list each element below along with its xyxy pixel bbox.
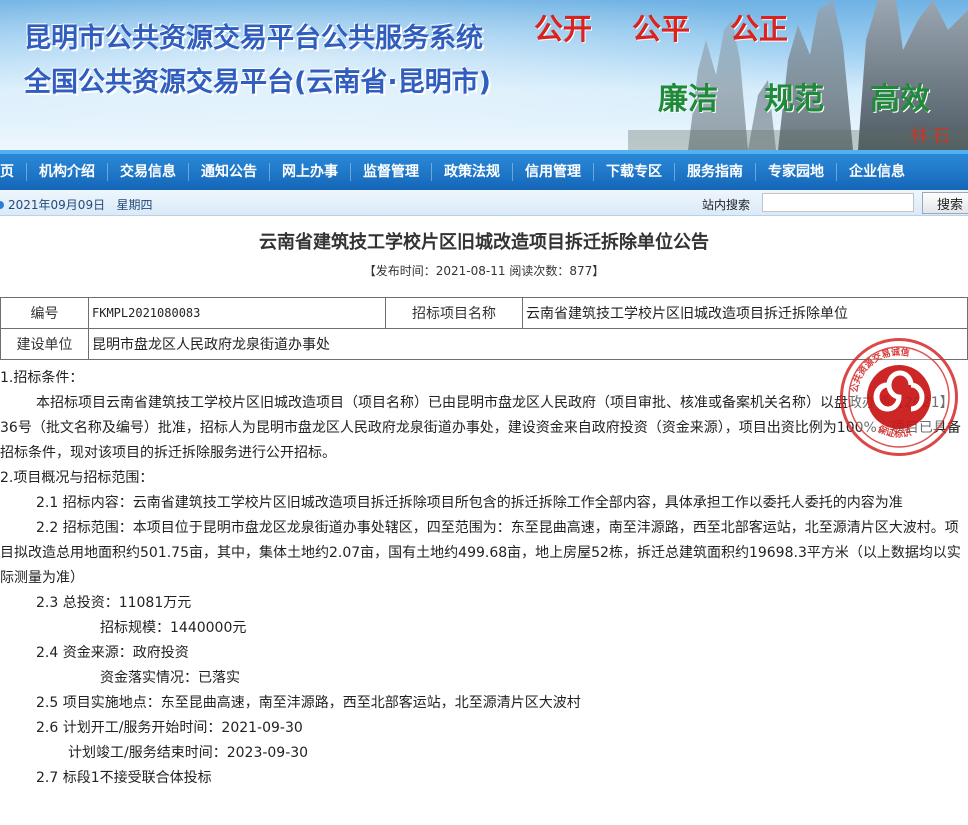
project-info-table: 编号 FKMPL2021080083 招标项目名称 云南省建筑技工学校片区旧城改… [0,297,968,360]
banner-signature: 林石 [910,126,954,147]
banner-title-line2: 全国公共资源交易平台(云南省·昆明市) [24,67,491,98]
article-meta: 【发布时间：2021-08-11 阅读次数：877】 [363,264,605,278]
main-nav: 首页 机构介绍 交易信息 通知公告 网上办事 监督管理 政策法规 信用管理 下载… [0,150,968,190]
value-number: FKMPL2021080083 [88,297,386,329]
paragraph: 2.3 总投资：11081万元 [36,595,192,611]
bullet-icon [0,201,4,209]
section-title: 1.招标条件： [0,370,84,386]
date-search-bar: 2021年09月09日 星期四 站内搜索 搜索 [0,190,968,216]
nav-item-about[interactable]: 机构介绍 [27,154,107,190]
label-construction-unit: 建设单位 [0,328,89,360]
table-row: 编号 FKMPL2021080083 招标项目名称 云南省建筑技工学校片区旧城改… [0,297,968,329]
paragraph: 资金落实情况：已落实 [100,670,240,686]
slogan-efficient: 高效 [870,82,930,117]
search-input[interactable] [762,193,914,212]
article-title: 云南省建筑技工学校片区旧城改造项目拆迁拆除单位公告 [259,232,709,253]
paragraph: 本招标项目云南省建筑技工学校片区旧城改造项目（项目名称）已由昆明市盘龙区人民政府… [0,395,961,461]
paragraph: 2.1 招标内容：云南省建筑技工学校片区旧城改造项目拆迁拆除项目所包含的拆迁拆除… [36,495,903,511]
search-label: 站内搜索 [702,198,751,212]
banner-title-line1: 昆明市公共资源交易平台公共服务系统 [24,23,483,54]
current-date: 2021年09月09日 星期四 [0,196,153,213]
credit-seal-stamp: 公共资源交易诚信 保证标识 [840,338,958,456]
nav-item-experts[interactable]: 专家园地 [756,154,836,190]
slogan-just: 公正 [730,12,789,46]
table-row: 建设单位 昆明市盘龙区人民政府龙泉街道办事处 [0,328,968,360]
paragraph: 2.2 招标范围：本项目位于昆明市盘龙区龙泉街道办事处辖区，四至范围为：东至昆曲… [0,520,961,586]
nav-item-guide[interactable]: 服务指南 [675,154,755,190]
value-construction-unit: 昆明市盘龙区人民政府龙泉街道办事处 [88,328,968,360]
nav-item-notices[interactable]: 通知公告 [189,154,269,190]
slogan-fair: 公平 [632,12,691,46]
paragraph: 2.5 项目实施地点：东至昆曲高速，南至沣源路，西至北部客运站，北至源清片区大波… [36,695,581,711]
nav-item-trade-info[interactable]: 交易信息 [108,154,188,190]
nav-item-supervision[interactable]: 监督管理 [351,154,431,190]
label-project-name: 招标项目名称 [385,297,523,329]
slogan-open: 公开 [534,12,593,46]
weekday-text: 星期四 [116,198,153,212]
nav-item-online-service[interactable]: 网上办事 [270,154,350,190]
paragraph: 2.6 计划开工/服务开始时间：2021-09-30 [36,720,303,736]
nav-item-policy[interactable]: 政策法规 [432,154,512,190]
value-project-name: 云南省建筑技工学校片区旧城改造项目拆迁拆除单位 [522,297,968,329]
nav-item-credit[interactable]: 信用管理 [513,154,593,190]
seal-icon: 公共资源交易诚信 保证标识 [848,346,950,448]
label-number: 编号 [0,297,89,329]
paragraph: 2.7 标段1不接受联合体投标 [36,770,212,786]
slogan-clean: 廉洁 [658,82,718,117]
nav-item-home[interactable]: 首页 [0,154,26,190]
search-button[interactable]: 搜索 [922,192,968,214]
nav-item-downloads[interactable]: 下载专区 [594,154,674,190]
paragraph: 2.4 资金来源：政府投资 [36,645,189,661]
paragraph: 计划竣工/服务结束时间：2023-09-30 [68,745,309,761]
section-title: 2.项目概况与招标范围： [0,470,154,486]
date-text: 2021年09月09日 [8,198,106,212]
site-banner: 昆明市公共资源交易平台公共服务系统 全国公共资源交易平台(云南省·昆明市) 公开… [0,0,968,150]
paragraph: 招标规模：1440000元 [100,620,247,636]
slogan-standard: 规范 [764,82,824,117]
announcement-body: 1.招标条件： 本招标项目云南省建筑技工学校片区旧城改造项目（项目名称）已由昆明… [0,366,968,791]
nav-item-enterprise[interactable]: 企业信息 [837,154,917,190]
